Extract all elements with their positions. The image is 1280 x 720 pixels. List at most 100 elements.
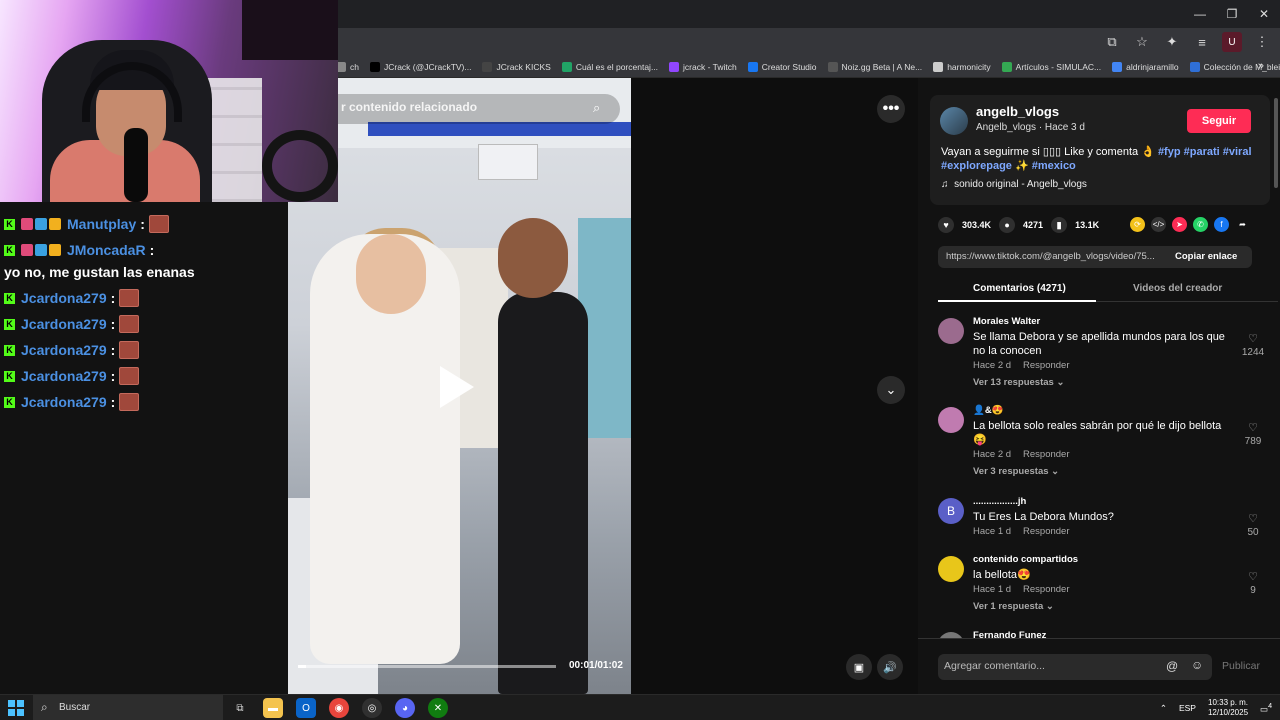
view-replies-button[interactable]: Ver 13 respuestas ⌄ <box>973 377 1064 388</box>
comment-username[interactable]: .................jh <box>973 496 1026 507</box>
whatsapp-icon[interactable]: ✆ <box>1193 217 1208 232</box>
video-player[interactable]: r contenido relacionado ⌕ 00:01/01:02 <box>288 78 631 694</box>
video-link[interactable]: https://www.tiktok.com/@angelb_vlogs/vid… <box>946 251 1174 262</box>
comment-username[interactable]: contenido compartidos <box>973 554 1078 565</box>
notifications-icon[interactable]: ▭4 <box>1260 702 1272 715</box>
emoji-icon[interactable]: ☺ <box>1191 658 1203 672</box>
comment-icon[interactable]: ● <box>999 217 1016 233</box>
embed-icon[interactable]: </> <box>1151 217 1166 232</box>
comment-like[interactable]: ♡ 1244 <box>1238 332 1268 358</box>
close-button[interactable]: ✕ <box>1248 0 1280 28</box>
bookmark-item[interactable]: JCrack KICKS <box>482 62 551 72</box>
author-username[interactable]: angelb_vlogs <box>976 104 1059 119</box>
avatar[interactable]: B <box>938 498 964 524</box>
bookmark-star-icon[interactable]: ☆ <box>1132 32 1152 52</box>
share-icon[interactable]: ➦ <box>1235 217 1250 232</box>
comment-username[interactable]: Morales Walter <box>973 316 1040 327</box>
heart-icon[interactable]: ♥ <box>938 217 954 233</box>
bookmark-item[interactable]: harmonicity <box>933 62 991 72</box>
bookmark-item[interactable]: Artículos - SIMULAC... <box>1001 62 1101 72</box>
more-bookmarks-icon[interactable]: » <box>1258 60 1264 72</box>
heart-icon[interactable]: ♡ <box>1238 421 1268 434</box>
restore-button[interactable]: ❐ <box>1216 0 1248 28</box>
clock[interactable]: 10:33 p. m. 12/10/2025 <box>1208 698 1248 718</box>
hashtag[interactable]: #parati <box>1184 146 1220 158</box>
comment-username[interactable]: 👤&😍 <box>973 405 1004 416</box>
windows-start-icon[interactable] <box>8 700 24 716</box>
bookmark-item[interactable]: jcrack - Twitch <box>669 62 737 72</box>
media-control-icon[interactable]: ≡ <box>1192 32 1212 52</box>
bookmark-item[interactable]: Noiz.gg Beta | A Ne... <box>827 62 922 72</box>
bookmark-item[interactable]: aldrinjaramillo <box>1112 62 1179 72</box>
reply-button[interactable]: Responder <box>1023 584 1069 595</box>
view-replies-button[interactable]: Ver 1 respuesta ⌄ <box>973 601 1054 612</box>
heart-icon[interactable]: ♡ <box>1238 332 1268 345</box>
xbox-icon[interactable]: ✕ <box>428 698 448 718</box>
more-options-icon[interactable]: ••• <box>877 95 905 123</box>
reply-button[interactable]: Responder <box>1023 526 1069 537</box>
profile-icon[interactable]: U <box>1222 32 1242 52</box>
heart-icon[interactable]: ♡ <box>1238 570 1268 583</box>
follow-button[interactable]: Seguir <box>1187 109 1251 133</box>
facebook-icon[interactable]: f <box>1214 217 1229 232</box>
tray-chevron-icon[interactable]: ⌃ <box>1160 703 1167 714</box>
comment-like[interactable]: ♡ 9 <box>1238 570 1268 596</box>
chat-username[interactable]: Manutplay <box>67 213 136 235</box>
file-explorer-icon[interactable]: ▬ <box>263 698 283 718</box>
view-replies-button[interactable]: Ver 3 respuestas ⌄ <box>973 466 1059 477</box>
chrome-icon[interactable]: ◉ <box>329 698 349 718</box>
repost-icon[interactable]: ⟳ <box>1130 217 1145 232</box>
minimize-button[interactable]: — <box>1184 0 1216 28</box>
avatar[interactable] <box>938 556 964 582</box>
search-icon[interactable]: ⌕ <box>593 100 600 116</box>
chat-username[interactable]: Jcardona279 <box>21 339 107 361</box>
obs-icon[interactable]: ◎ <box>362 698 382 718</box>
volume-icon[interactable]: 🔊 <box>877 654 903 680</box>
chat-username[interactable]: Jcardona279 <box>21 313 107 335</box>
hashtag[interactable]: #mexico <box>1032 160 1076 172</box>
next-video-icon[interactable]: ⌄ <box>877 376 905 404</box>
extensions-icon[interactable]: ✦ <box>1162 32 1182 52</box>
sound-link[interactable]: ♫ sonido original - Angelb_vlogs <box>941 179 1087 190</box>
chat-username[interactable]: Jcardona279 <box>21 287 107 309</box>
comment-like[interactable]: ♡ 50 <box>1238 512 1268 538</box>
heart-icon[interactable]: ♡ <box>1238 512 1268 525</box>
chat-username[interactable]: Jcardona279 <box>21 391 107 413</box>
task-view-icon[interactable]: ⧉ <box>230 698 250 718</box>
chat-username[interactable]: Jcardona279 <box>21 365 107 387</box>
menu-icon[interactable]: ⋮ <box>1252 32 1272 52</box>
language-indicator[interactable]: ESP <box>1179 703 1196 713</box>
bookmark-item[interactable]: ch <box>336 62 359 72</box>
tab-creator-videos[interactable]: Videos del creador <box>1133 283 1222 294</box>
bookmark-item[interactable]: JCrack (@JCrackTV)... <box>369 62 471 72</box>
video-progress-bar[interactable] <box>298 665 556 668</box>
comment-input[interactable]: Agregar comentario... @ ☺ <box>938 654 1212 680</box>
mention-icon[interactable]: @ <box>1166 659 1178 673</box>
cast-icon[interactable]: ⧉ <box>1102 32 1122 52</box>
tab-comments[interactable]: Comentarios (4271) <box>973 283 1066 294</box>
copy-link-button[interactable]: Copiar enlace <box>1175 251 1237 262</box>
avatar[interactable] <box>938 318 964 344</box>
bookmark-item[interactable]: Cuál es el porcentaj... <box>561 62 658 72</box>
bookmark-item[interactable]: Creator Studio <box>747 62 817 72</box>
bookmark-icon[interactable]: ▮ <box>1051 217 1068 233</box>
floating-player-icon[interactable]: ▣ <box>846 654 872 680</box>
play-icon[interactable] <box>440 366 474 408</box>
bookmark-item[interactable]: Colección de M_blei... <box>1189 62 1280 72</box>
publish-button[interactable]: Publicar <box>1222 660 1260 672</box>
reply-button[interactable]: Responder <box>1023 360 1069 371</box>
hashtag[interactable]: #explorepage <box>941 160 1012 172</box>
taskbar-search[interactable]: ⌕ Buscar <box>33 695 223 720</box>
send-icon[interactable]: ➤ <box>1172 217 1187 232</box>
discord-icon[interactable]: ◕ <box>395 698 415 718</box>
outlook-icon[interactable]: O <box>296 698 316 718</box>
comment-username[interactable]: Fernando Funez <box>973 630 1046 638</box>
hashtag[interactable]: #fyp <box>1158 146 1181 158</box>
comment-like[interactable]: ♡ 789 <box>1238 421 1268 447</box>
scrollbar[interactable] <box>1274 98 1278 188</box>
avatar[interactable] <box>938 407 964 433</box>
reply-button[interactable]: Responder <box>1023 449 1069 460</box>
chat-username[interactable]: JMoncadaR <box>67 239 146 261</box>
avatar[interactable] <box>940 107 968 135</box>
hashtag[interactable]: #viral <box>1223 146 1252 158</box>
